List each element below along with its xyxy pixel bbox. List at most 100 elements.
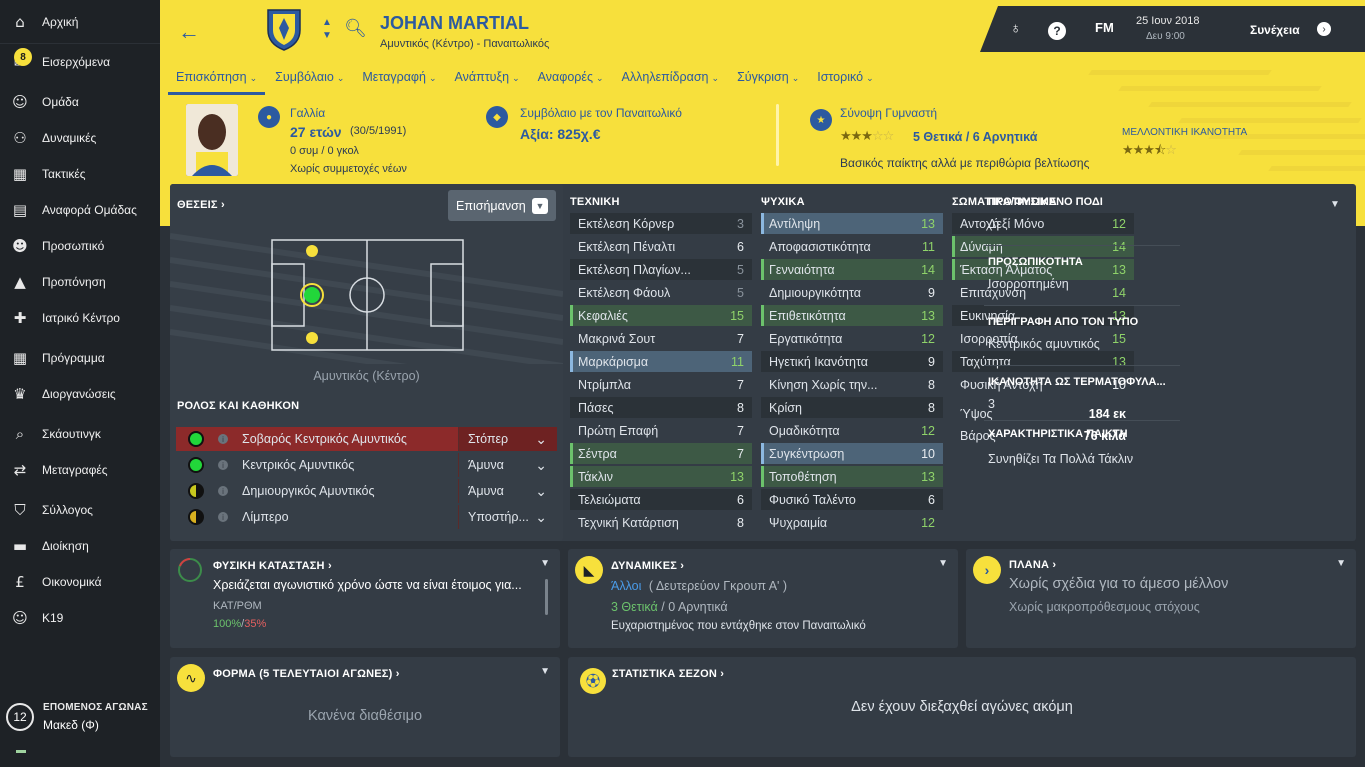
role-row[interactable]: i Σοβαρός Κεντρικός Αμυντικός Στόπερ ⌄ (176, 427, 557, 451)
attribute-row[interactable]: Τοποθέτηση 13 (761, 466, 943, 487)
info-icon[interactable]: i (218, 460, 228, 470)
tab-3[interactable]: Μεταγραφή ⌄ (354, 68, 444, 95)
continue-arrow-icon[interactable]: › (1317, 22, 1331, 36)
highlight-dropdown[interactable]: Επισήμανση ▼ (448, 190, 556, 221)
attribute-row[interactable]: Ψυχραιμία 12 (761, 512, 943, 533)
attribute-row[interactable]: Δημιουργικότητα 9 (761, 282, 943, 303)
attribute-row[interactable]: Επιθετικότητα 13 (761, 305, 943, 326)
form-title[interactable]: ΦΟΡΜΑ (5 ΤΕΛΕΥΤΑΙΟΙ ΑΓΩΝΕΣ) › (213, 668, 400, 680)
chevron-down-icon[interactable]: ▼ (1336, 558, 1346, 569)
continue-button[interactable]: Συνέχεια (1250, 23, 1300, 37)
scrollbar[interactable] (545, 579, 548, 615)
sidebar-item-club[interactable]: ⛉ Σύλλογος (0, 492, 160, 528)
duty-dropdown[interactable]: Στόπερ ⌄ (458, 427, 557, 451)
sidebar-item-tactics[interactable]: ▦ Τακτικές (0, 156, 160, 192)
player-position-club[interactable]: Αμυντικός (Κέντρο) - Παναιτωλικός (380, 38, 549, 50)
tab-1[interactable]: Επισκόπηση ⌄ (168, 68, 266, 95)
chevron-down-icon[interactable]: ▼ (540, 666, 550, 677)
sidebar-item-board[interactable]: ▬ Διοίκηση (0, 528, 160, 564)
sidebar-item-inbox[interactable]: ✉8Εισερχόμενα (0, 44, 160, 80)
contract-label[interactable]: Συμβόλαιο με τον Παναιτωλικό (520, 106, 682, 120)
role-row[interactable]: i Δημιουργικός Αμυντικός Άμυνα ⌄ (176, 479, 557, 503)
prev-next-player-icon[interactable]: ▲ ▼ (322, 16, 332, 42)
duty-dropdown[interactable]: Άμυνα ⌄ (458, 479, 557, 503)
dynamics-title[interactable]: ΔΥΝΑΜΙΚΕΣ › (611, 560, 684, 572)
sidebar-item-scouting[interactable]: ⌕ Σκάουτινγκ (0, 416, 160, 452)
tab-2[interactable]: Συμβόλαιο ⌄ (267, 68, 352, 95)
sidebar-item-u19[interactable]: ☺ K19 (0, 600, 160, 636)
attribute-row[interactable]: Εκτέλεση Πέναλτι 6 (570, 236, 752, 257)
attribute-row[interactable]: Φυσικό Ταλέντο 6 (761, 489, 943, 510)
sidebar-item-finances[interactable]: £ Οικονομικά (0, 564, 160, 600)
attribute-row[interactable]: Δύναμη 14 (952, 236, 1134, 257)
attribute-row[interactable]: Μαρκάρισμα 11 (570, 351, 752, 372)
keyboard-icon[interactable]: ▬ (16, 745, 26, 756)
coach-summary-label[interactable]: Σύνοψη Γυμναστή (840, 106, 937, 120)
attribute-row[interactable]: Τελειώματα 6 (570, 489, 752, 510)
attribute-row[interactable]: Κρίση 8 (761, 397, 943, 418)
attribute-row[interactable]: Ταχύτητα 13 (952, 351, 1134, 372)
duty-dropdown[interactable]: Υποστήρ... ⌄ (458, 505, 557, 529)
sidebar-item-home[interactable]: ⌂ Αρχική (0, 0, 160, 44)
sidebar-item-calendar[interactable]: ▦ Πρόγραμμα (0, 340, 160, 376)
attribute-row[interactable]: Ομαδικότητα 12 (761, 420, 943, 441)
sidebar-item-transfers[interactable]: ⇄ Μεταγραφές (0, 452, 160, 488)
tab-4[interactable]: Ανάπτυξη ⌄ (447, 68, 528, 95)
info-icon[interactable]: i (218, 434, 228, 444)
sidebar-item-staff[interactable]: ☻ Προσωπικό (0, 228, 160, 264)
attribute-value: 12 (921, 515, 935, 530)
duty-dropdown[interactable]: Άμυνα ⌄ (458, 453, 557, 477)
attribute-row[interactable]: Ντρίμπλα 7 (570, 374, 752, 395)
positions-title[interactable]: ΘΕΣΕΙΣ › (177, 199, 225, 211)
season-stats-title[interactable]: ΣΤΑΤΙΣΤΙΚΑ ΣΕΖΟΝ › (612, 668, 724, 680)
attribute-row[interactable]: Μακρινά Σουτ 7 (570, 328, 752, 349)
condition-title[interactable]: ΦΥΣΙΚΗ ΚΑΤΑΣΤΑΣΗ › (213, 560, 332, 572)
tab-6[interactable]: Αλληλεπίδραση ⌄ (614, 68, 728, 95)
nationality[interactable]: Γαλλία (290, 106, 325, 120)
attribute-row[interactable]: Εκτέλεση Κόρνερ 3 (570, 213, 752, 234)
tab-8[interactable]: Ιστορικό ⌄ (809, 68, 881, 95)
plans-title[interactable]: ΠΛΑΝΑ › (1009, 559, 1056, 571)
attribute-row[interactable]: Κίνηση Χωρίς την... 8 (761, 374, 943, 395)
attribute-row[interactable]: Πρώτη Επαφή 7 (570, 420, 752, 441)
info-icon[interactable]: i (218, 486, 228, 496)
sidebar-item-report[interactable]: ▤ Αναφορά Ομάδας (0, 192, 160, 228)
attribute-row[interactable]: Γενναιότητα 14 (761, 259, 943, 280)
attribute-row[interactable]: Σέντρα 7 (570, 443, 752, 464)
attribute-row[interactable]: Εκτέλεση Πλαγίων... 5 (570, 259, 752, 280)
condition-value: 100% (213, 618, 242, 630)
club-badge-icon[interactable]: ♁ (1010, 20, 1021, 37)
role-row[interactable]: i Κεντρικός Αμυντικός Άμυνα ⌄ (176, 453, 557, 477)
attribute-row[interactable]: Εργατικότητα 12 (761, 328, 943, 349)
next-match-widget[interactable]: 12 ΕΠΟΜΕΝΟΣ ΑΓΩΝΑΣ Μακεδ (Φ) (0, 692, 160, 742)
sidebar-item-dynamics[interactable]: ⚇ Δυναμικές (0, 120, 160, 156)
chevron-down-icon: ⌄ (866, 73, 874, 83)
info-icon[interactable]: i (218, 512, 228, 522)
chevron-down-icon[interactable]: ▼ (938, 558, 948, 569)
attribute-row[interactable]: Εκτέλεση Φάουλ 5 (570, 282, 752, 303)
attribute-row[interactable]: Ηγετική Ικανότητα 9 (761, 351, 943, 372)
role-name: Λίμπερο (242, 510, 289, 524)
attribute-row[interactable]: Αποφασιστικότητα 11 (761, 236, 943, 257)
attribute-row[interactable]: Συγκέντρωση 10 (761, 443, 943, 464)
attribute-row[interactable]: Αντίληψη 13 (761, 213, 943, 234)
search-icon[interactable]: 🔍︎ (344, 18, 367, 39)
social-group[interactable]: Άλλοι (611, 579, 641, 593)
tab-5[interactable]: Αναφορές ⌄ (530, 68, 612, 95)
fm-menu-button[interactable]: FM (1095, 20, 1114, 35)
help-icon[interactable]: ? (1048, 22, 1066, 40)
sidebar-item-training[interactable]: ▲ Προπόνηση (0, 264, 160, 300)
chevron-down-icon[interactable]: ▼ (540, 558, 550, 569)
dynamics-text: Ευχαριστημένος που εντάχθηκε στον Παναιτ… (611, 620, 866, 632)
sidebar-item-medical[interactable]: ✚ Ιατρικό Κέντρο (0, 300, 160, 336)
tab-7[interactable]: Σύγκριση ⌄ (729, 68, 807, 95)
attribute-row[interactable]: Τεχνική Κατάρτιση 8 (570, 512, 752, 533)
sidebar-item-trophy[interactable]: ♛ Διοργανώσεις (0, 376, 160, 412)
sidebar-item-squad[interactable]: ☺ Ομάδα (0, 84, 160, 120)
chevron-down-icon[interactable]: ▼ (1330, 199, 1340, 210)
attribute-row[interactable]: Κεφαλιές 15 (570, 305, 752, 326)
back-arrow-icon[interactable]: ← (178, 19, 200, 45)
attribute-row[interactable]: Πάσες 8 (570, 397, 752, 418)
role-row[interactable]: i Λίμπερο Υποστήρ... ⌄ (176, 505, 557, 529)
attribute-row[interactable]: Τάκλιν 13 (570, 466, 752, 487)
